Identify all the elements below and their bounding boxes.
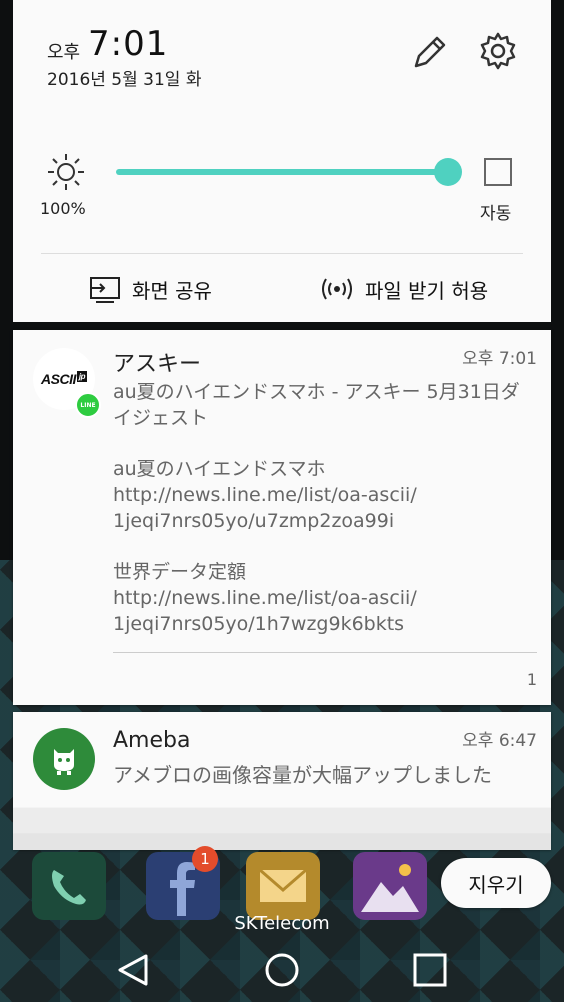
back-icon[interactable] [114,950,154,990]
gear-icon[interactable] [477,30,519,72]
facebook-badge: 1 [192,846,218,872]
notification-ascii[interactable]: ASCII jp LINE アスキー 오후 7:01 au夏のハイエンドスマホ -… [13,330,551,705]
date-label: 2016년 5월 31일 화 [47,70,202,90]
stacked-notification[interactable] [13,834,551,850]
line-badge-icon: LINE [75,392,101,418]
notification-time: 오후 6:47 [462,731,537,751]
screen-share-icon [90,277,120,303]
notification-time: 오후 7:01 [462,349,537,369]
sun-icon [46,152,86,192]
notification-body: アメブロの画像容量が大幅アップしました [113,763,492,787]
brightness-slider-thumb[interactable] [434,158,462,186]
wireless-icon [322,278,352,300]
phone-app-icon[interactable] [32,852,106,920]
notification-title: Ameba [113,728,191,753]
carrier-label: SKTelecom [234,913,330,934]
home-icon[interactable] [262,950,302,990]
brightness-slider[interactable] [116,169,448,175]
notification-paragraph: au夏のハイエンドスマホ http://news.line.me/list/oa… [113,458,417,532]
recent-apps-icon[interactable] [410,950,450,990]
divider [113,652,537,653]
stacked-notification[interactable] [13,808,551,834]
navigation-bar [0,940,564,1002]
screen-share-label: 화면 공유 [132,278,212,303]
notification-title: アスキー [113,352,202,377]
mail-app-icon[interactable] [246,852,320,920]
notification-paragraph: 世界データ定額 http://news.line.me/list/oa-asci… [113,561,417,635]
ameba-app-icon [33,728,95,790]
brightness-value: 100% [40,199,86,218]
notification-count: 1 [526,670,537,689]
notification-subtitle: au夏のハイエンドスマホ - アスキー 5月31日ダイジェスト [113,381,520,429]
gallery-app-icon[interactable] [353,852,427,920]
clear-all-button[interactable]: 지우기 [441,858,551,908]
divider [41,253,523,254]
ampm-label: 오후 [47,42,81,63]
screen-share-button[interactable]: 화면 공유 [88,272,212,306]
auto-brightness-label: 자동 [480,204,512,224]
ascii-logo: ASCII jp [41,371,87,387]
file-receive-label: 파일 받기 허용 [365,278,489,303]
pencil-icon[interactable] [410,32,450,72]
file-receive-button[interactable]: 파일 받기 허용 [319,272,488,306]
clock: 7:01 [88,24,169,64]
notification-ameba[interactable]: Ameba 오후 6:47 アメブロの画像容量が大幅アップしました [13,712,551,808]
quick-settings-panel: 오후 7:01 2016년 5월 31일 화 100% 자동 화면 공유 파일 … [13,0,551,322]
auto-brightness-checkbox[interactable] [484,158,512,186]
